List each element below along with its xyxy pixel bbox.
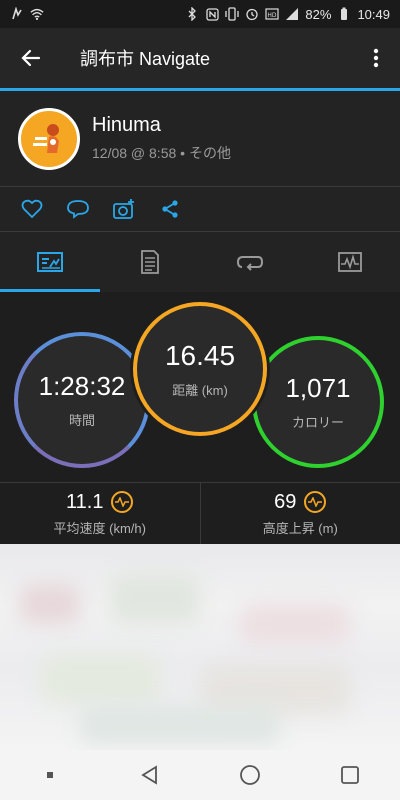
home-circle-icon bbox=[240, 765, 260, 785]
heart-icon bbox=[21, 199, 43, 219]
back-triangle-icon bbox=[141, 765, 157, 785]
time-label: 時間 bbox=[68, 413, 95, 428]
avatar[interactable] bbox=[18, 107, 80, 170]
camera-add-icon bbox=[113, 199, 134, 219]
distance-value: 16.45 bbox=[164, 339, 236, 371]
wifi-icon bbox=[30, 7, 44, 21]
activity-header: Hinuma 12/08 @ 8:58 • その他 bbox=[0, 91, 400, 186]
comment-button[interactable] bbox=[64, 195, 92, 223]
more-vertical-icon bbox=[373, 48, 379, 68]
bluetooth-icon bbox=[185, 7, 199, 21]
app-bar: 調布市 Navigate bbox=[0, 28, 400, 88]
map-blur-region bbox=[240, 604, 350, 644]
activity-graph-icon bbox=[111, 491, 134, 513]
activity-graph-icon bbox=[304, 491, 327, 513]
nav-overview-button[interactable] bbox=[330, 755, 370, 795]
user-name[interactable]: Hinuma bbox=[92, 114, 231, 137]
recent-dot-icon bbox=[47, 772, 53, 778]
map-blur-region bbox=[40, 654, 160, 704]
tab-overview[interactable] bbox=[0, 232, 100, 292]
time-ring[interactable]: 1:28:32 時間 bbox=[14, 332, 150, 468]
activity-meta: 12/08 @ 8:58 • その他 bbox=[92, 145, 231, 161]
elevation-gain-value: 69 bbox=[274, 490, 297, 513]
share-button[interactable] bbox=[156, 195, 184, 223]
tab-bar bbox=[0, 232, 400, 292]
calories-ring[interactable]: 1,071 カロリー bbox=[252, 336, 384, 468]
chart-icon bbox=[338, 252, 362, 272]
back-button[interactable] bbox=[0, 28, 62, 88]
metrics-row: 11.1 平均速度 (km/h) 69 高度上昇 (m) bbox=[0, 482, 400, 544]
document-icon bbox=[141, 250, 159, 274]
status-bar: HD 82% 10:49 bbox=[0, 0, 400, 28]
share-icon bbox=[162, 200, 178, 218]
overview-icon bbox=[37, 252, 63, 272]
system-nav-bar bbox=[0, 750, 400, 800]
overview-square-icon bbox=[341, 766, 359, 784]
tab-laps[interactable] bbox=[200, 232, 300, 292]
avg-speed-value: 11.1 bbox=[66, 490, 104, 513]
comment-icon bbox=[67, 200, 89, 219]
elevation-gain-label: 高度上昇 (m) bbox=[262, 520, 338, 536]
metric-top: 69 bbox=[274, 490, 327, 514]
time-value: 1:28:32 bbox=[38, 371, 126, 401]
vibrate-mode-icon bbox=[225, 7, 240, 21]
calories-value: 1,071 bbox=[285, 373, 351, 403]
calories-label: カロリー bbox=[291, 415, 344, 430]
avatar-icon bbox=[33, 123, 59, 153]
route-map[interactable] bbox=[0, 544, 400, 750]
tab-details[interactable] bbox=[100, 232, 200, 292]
battery-icon bbox=[337, 7, 351, 21]
more-options-button[interactable] bbox=[352, 28, 400, 88]
action-row bbox=[0, 187, 400, 231]
nav-home-button[interactable] bbox=[230, 755, 270, 795]
elevation-gain-metric[interactable]: 69 高度上昇 (m) bbox=[199, 483, 400, 544]
signal-icon bbox=[285, 7, 299, 21]
vibrate-icon bbox=[10, 7, 24, 21]
hd-icon: HD bbox=[265, 7, 280, 21]
status-left bbox=[10, 7, 44, 21]
back-arrow-icon bbox=[21, 49, 41, 67]
avg-speed-metric[interactable]: 11.1 平均速度 (km/h) bbox=[0, 483, 200, 544]
profile-text: Hinuma 12/08 @ 8:58 • その他 bbox=[92, 114, 231, 163]
add-photo-button[interactable] bbox=[110, 195, 138, 223]
tab-charts[interactable] bbox=[300, 232, 400, 292]
battery-percent: 82% bbox=[305, 6, 332, 22]
map-blur-region bbox=[110, 574, 200, 624]
distance-ring[interactable]: 16.45 距離 (km) bbox=[133, 302, 267, 436]
metric-top: 11.1 bbox=[66, 490, 134, 514]
clock: 10:49 bbox=[357, 6, 390, 22]
map-blur-region bbox=[80, 704, 280, 744]
nfc-icon bbox=[205, 7, 219, 21]
stats-panel: 1:28:32 時間 1,071 カロリー 16.45 距離 (km) bbox=[0, 292, 400, 482]
status-right: HD 82% 10:49 bbox=[185, 7, 390, 22]
recent-dot-button[interactable] bbox=[30, 755, 70, 795]
like-button[interactable] bbox=[18, 195, 46, 223]
page-title: 調布市 Navigate bbox=[80, 49, 211, 69]
alarm-icon bbox=[245, 7, 259, 21]
nav-back-button[interactable] bbox=[130, 755, 170, 795]
avg-speed-label: 平均速度 (km/h) bbox=[53, 520, 146, 536]
distance-label: 距離 (km) bbox=[172, 382, 228, 398]
map-blur-region bbox=[20, 584, 80, 624]
loop-icon bbox=[236, 256, 264, 271]
svg-text:HD: HD bbox=[268, 12, 278, 19]
